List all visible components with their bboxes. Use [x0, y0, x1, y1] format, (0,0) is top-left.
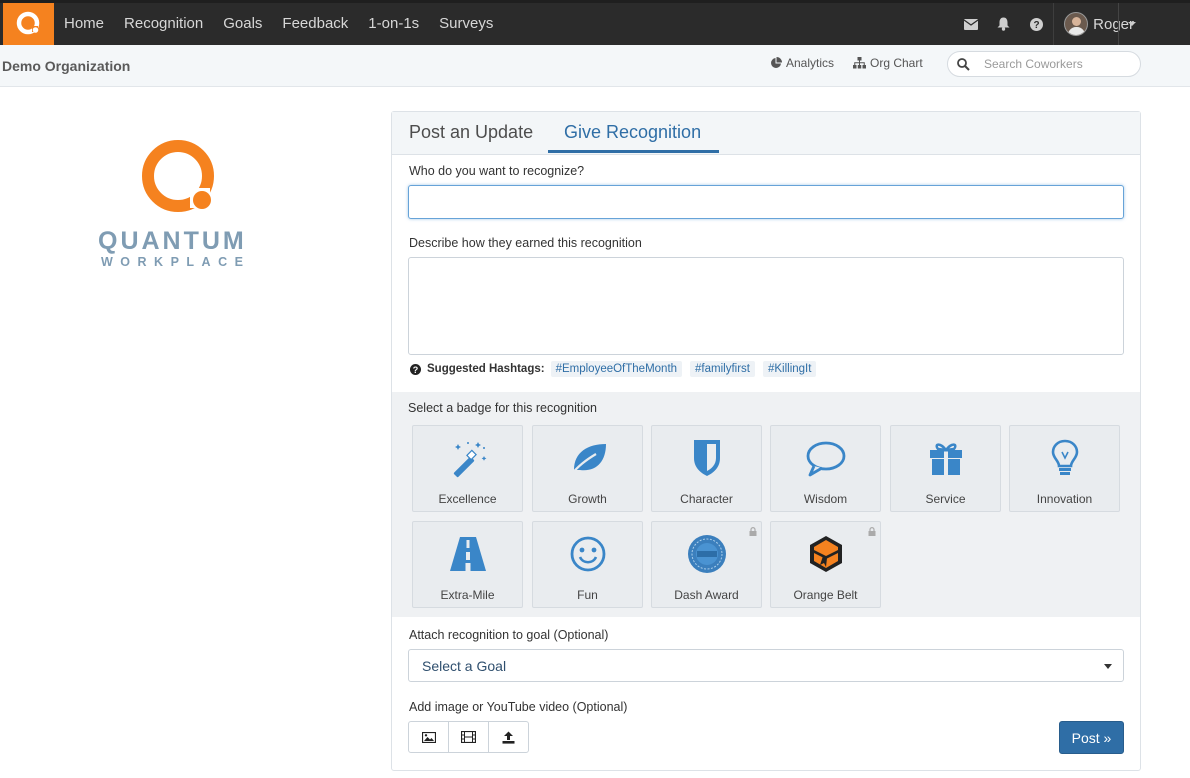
magic-wand-icon — [453, 442, 487, 478]
home-logo[interactable] — [3, 3, 54, 45]
suggested-hashtags-label: Suggested Hashtags: — [427, 363, 545, 375]
analytics-link[interactable]: Analytics — [770, 56, 834, 70]
bell-icon — [997, 17, 1010, 31]
badge-name: Orange Belt — [793, 588, 858, 602]
post-button[interactable]: Post » — [1059, 721, 1124, 754]
nav-goals[interactable]: Goals — [213, 3, 272, 45]
nav-one-on-ones[interactable]: 1-on-1s — [358, 3, 429, 45]
badge-service[interactable]: Service — [890, 425, 1001, 512]
analytics-label: Analytics — [786, 56, 835, 70]
badge-name: Character — [680, 492, 733, 506]
upload-icon — [502, 731, 515, 744]
lock-icon — [868, 527, 876, 536]
hashtag-killing-it[interactable]: #KillingIt — [762, 361, 817, 377]
recipient-input[interactable] — [408, 185, 1124, 219]
upload-button[interactable] — [488, 721, 529, 753]
notifications-button[interactable] — [987, 3, 1020, 45]
search-icon — [957, 57, 970, 71]
badge-name: Extra-Mile — [440, 588, 495, 602]
recognition-panel: Post an Update Give Recognition Who do y… — [391, 111, 1141, 771]
search-coworkers — [947, 51, 1141, 77]
brand-word-workplace: WORKPLACE — [101, 255, 251, 269]
description-textarea[interactable] — [408, 257, 1124, 355]
describe-label: Describe how they earned this recognitio… — [409, 236, 642, 250]
badge-name: Innovation — [1036, 492, 1093, 506]
badge-innovation[interactable]: Innovation — [1009, 425, 1120, 512]
nav-feedback[interactable]: Feedback — [272, 3, 358, 45]
sub-header: Demo Organization Analytics Org Chart — [0, 45, 1190, 87]
nav-recognition[interactable]: Recognition — [114, 3, 213, 45]
quantum-logo-icon — [16, 11, 39, 35]
svg-text:?: ? — [1034, 20, 1040, 31]
question-icon: ? — [1030, 17, 1044, 31]
org-chart-label: Org Chart — [870, 56, 923, 70]
tab-post-update[interactable]: Post an Update — [409, 122, 533, 143]
question-circle-icon: ? — [410, 363, 421, 375]
dash-award-icon — [688, 535, 726, 573]
suggested-hashtags: ? Suggested Hashtags: #EmployeeOfTheMont… — [410, 361, 824, 377]
messages-button[interactable] — [954, 3, 987, 45]
badge-name: Fun — [577, 588, 598, 602]
svg-text:?: ? — [413, 365, 419, 375]
badge-name: Service — [925, 492, 966, 506]
road-icon — [450, 537, 486, 571]
badge-name: Excellence — [438, 492, 497, 506]
add-video-button[interactable] — [448, 721, 489, 753]
speech-bubble-icon — [806, 441, 846, 477]
lightbulb-icon — [1051, 439, 1079, 475]
hashtag-family-first[interactable]: #familyfirst — [690, 361, 755, 377]
badge-character[interactable]: Character — [651, 425, 762, 512]
brand-word-quantum: QUANTUM — [98, 227, 247, 255]
who-label: Who do you want to recognize? — [409, 164, 585, 178]
badge-name: Dash Award — [674, 588, 739, 602]
film-icon — [461, 731, 476, 743]
goal-select-value: Select a Goal — [422, 657, 507, 674]
orange-belt-icon — [810, 536, 842, 572]
badge-name: Wisdom — [803, 492, 848, 506]
org-chart-link[interactable]: Org Chart — [853, 56, 923, 70]
help-button[interactable]: ? — [1020, 3, 1053, 45]
organization-name: Demo Organization — [2, 58, 131, 74]
badge-fun[interactable]: Fun — [532, 521, 643, 608]
tab-give-recognition[interactable]: Give Recognition — [564, 122, 701, 143]
badge-wisdom[interactable]: Wisdom — [770, 425, 881, 512]
smiley-icon — [570, 536, 606, 572]
goal-select[interactable]: Select a Goal — [408, 649, 1124, 682]
image-icon — [421, 731, 436, 743]
badge-section: Select a badge for this recognition Exce… — [392, 392, 1140, 617]
media-label: Add image or YouTube video (Optional) — [409, 700, 628, 714]
badge-dash-award[interactable]: Dash Award — [651, 521, 762, 608]
badge-orange-belt[interactable]: Orange Belt — [770, 521, 881, 608]
lock-icon — [749, 527, 757, 536]
gift-icon — [930, 443, 962, 475]
avatar — [1064, 12, 1089, 36]
tab-bar: Post an Update Give Recognition — [392, 112, 1140, 155]
badge-section-label: Select a badge for this recognition — [408, 401, 598, 415]
nav-surveys[interactable]: Surveys — [429, 3, 503, 45]
caret-down-icon — [1127, 22, 1136, 26]
user-dropdown-toggle[interactable] — [1118, 3, 1144, 45]
top-navbar: Home Recognition Goals Feedback 1-on-1s … — [0, 0, 1190, 45]
add-image-button[interactable] — [408, 721, 449, 753]
badge-growth[interactable]: Growth — [532, 425, 643, 512]
search-input[interactable] — [982, 56, 1136, 72]
badge-name: Growth — [568, 492, 607, 506]
pie-chart-icon — [771, 57, 782, 68]
shield-icon — [694, 440, 720, 476]
quantum-workplace-logo-icon — [142, 140, 214, 212]
nav-home[interactable]: Home — [54, 3, 114, 45]
chevron-down-icon — [1104, 664, 1112, 669]
active-tab-indicator — [548, 150, 719, 153]
goal-label: Attach recognition to goal (Optional) — [409, 628, 609, 642]
hashtag-employee-of-the-month[interactable]: #EmployeeOfTheMonth — [550, 361, 683, 377]
leaf-icon — [569, 444, 606, 477]
envelope-icon — [963, 18, 978, 30]
badge-excellence[interactable]: Excellence — [412, 425, 523, 512]
sitemap-icon — [853, 57, 866, 69]
badge-extra-mile[interactable]: Extra-Mile — [412, 521, 523, 608]
media-button-group — [408, 721, 529, 753]
